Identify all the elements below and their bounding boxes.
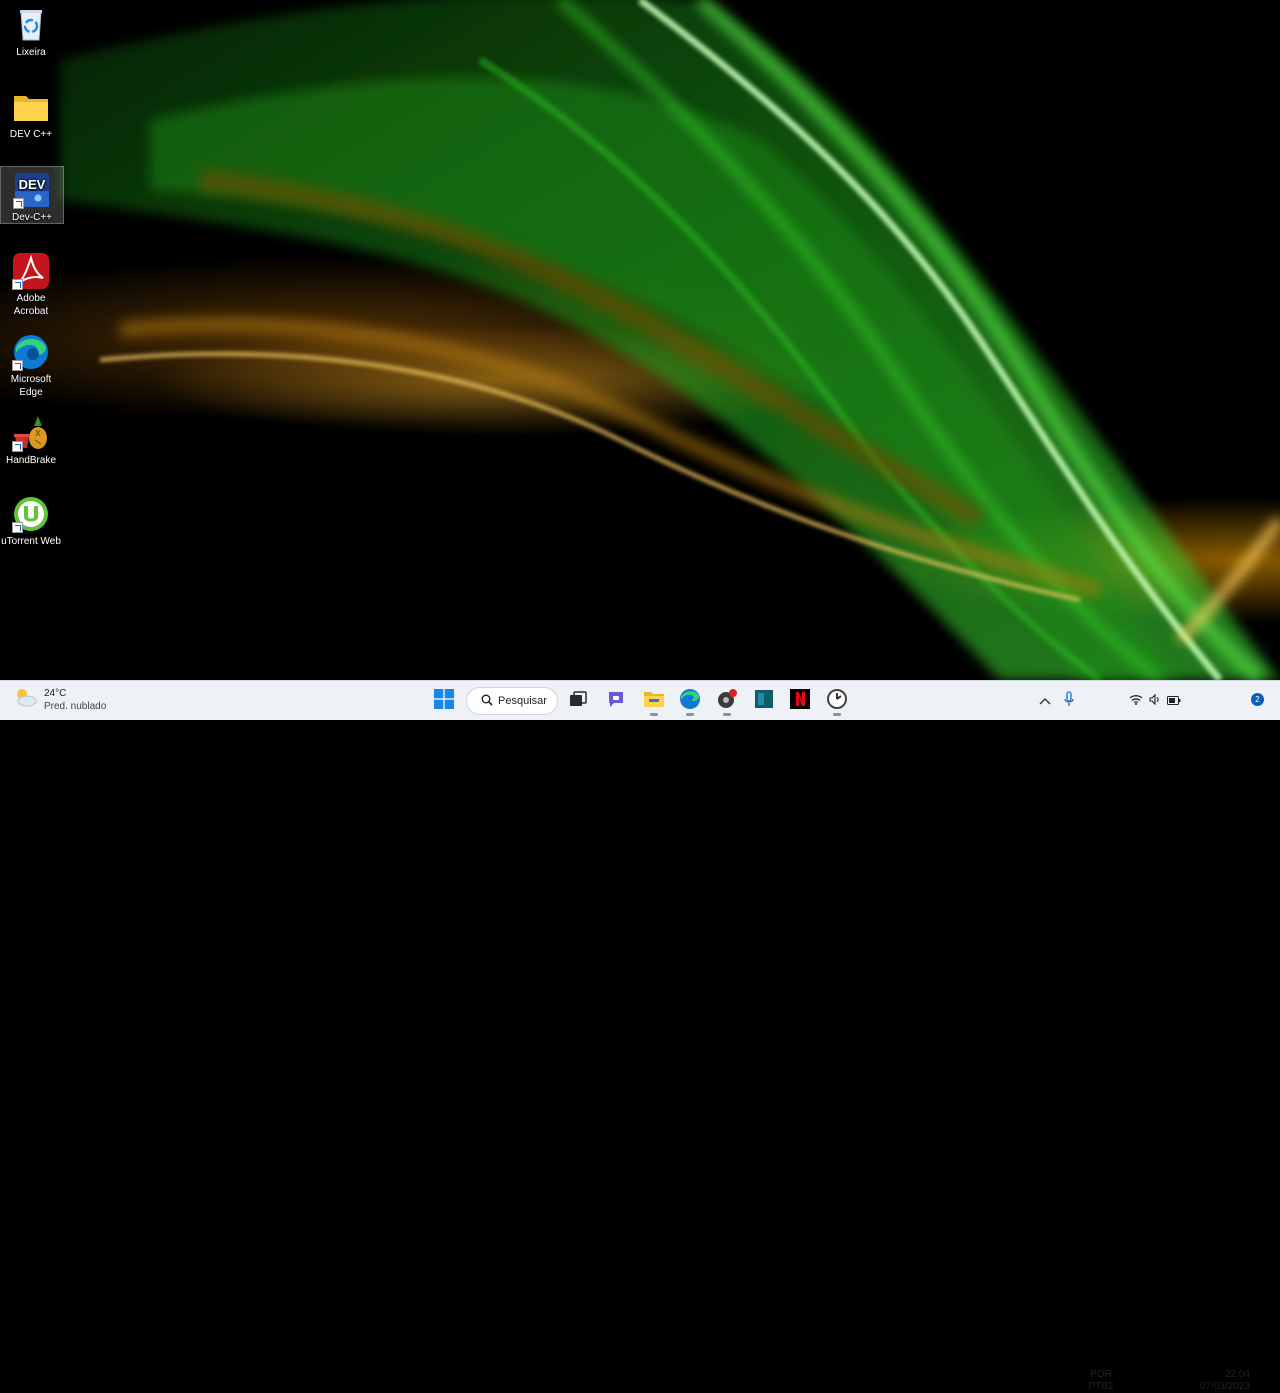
quick-settings-button[interactable] bbox=[1122, 685, 1188, 717]
weather-temperature: 24°C bbox=[44, 687, 67, 699]
ide-app-button[interactable] bbox=[748, 685, 780, 717]
recycle-bin-icon bbox=[12, 6, 50, 44]
recording-app-icon bbox=[716, 688, 738, 715]
desktop-icon-adobe-acrobat[interactable]: Adobe Acrobat bbox=[0, 248, 62, 318]
dev-cpp-icon: DEV bbox=[13, 171, 51, 209]
desktop-icon-label: Lixeira bbox=[16, 47, 46, 58]
volume-icon bbox=[1149, 692, 1161, 710]
desktop-icon-label-line2: Edge bbox=[19, 387, 43, 398]
teams-chat-button[interactable] bbox=[600, 685, 632, 717]
desktop-icon-handbrake[interactable]: HandBrake bbox=[0, 410, 62, 467]
task-view-button[interactable] bbox=[562, 685, 594, 717]
shortcut-arrow-icon bbox=[12, 522, 23, 533]
dev-cpp-icon-text: DEV bbox=[19, 177, 46, 192]
netflix-button[interactable] bbox=[784, 685, 816, 717]
clock-app-button[interactable] bbox=[821, 685, 853, 717]
running-indicator bbox=[650, 713, 658, 716]
edge-icon bbox=[12, 333, 50, 371]
desktop-icon-dev-cpp[interactable]: DEV Dev-C++ bbox=[0, 166, 64, 224]
desktop-icon-microsoft-edge[interactable]: Microsoft Edge bbox=[0, 329, 62, 399]
desktop-icon-utorrent-web[interactable]: uTorrent Web bbox=[0, 491, 62, 548]
utorrent-icon bbox=[12, 495, 50, 533]
battery-icon bbox=[1167, 692, 1181, 710]
microphone-button[interactable] bbox=[1056, 685, 1082, 717]
keyboard-layout: PTB2 bbox=[1088, 1381, 1114, 1392]
shortcut-arrow-icon bbox=[12, 360, 23, 371]
clock-app-icon bbox=[826, 688, 848, 715]
microphone-icon bbox=[1064, 690, 1074, 712]
clock-time: 22:04 bbox=[1224, 1369, 1250, 1380]
taskbar: 24°C Pred. nublado Pesquisar POR PTB2 22… bbox=[0, 680, 1280, 1392]
desktop-icon-label-line2: Acrobat bbox=[13, 306, 49, 317]
weather-condition: Pred. nublado bbox=[44, 700, 107, 712]
recording-app-button[interactable] bbox=[711, 685, 743, 717]
shortcut-arrow-icon bbox=[13, 198, 24, 209]
desktop-icon-label-line1: Adobe bbox=[16, 293, 46, 304]
running-indicator bbox=[686, 713, 694, 716]
file-explorer-button[interactable] bbox=[638, 685, 670, 717]
desktop-icon-recycle-bin[interactable]: Lixeira bbox=[0, 2, 62, 59]
weather-widget[interactable]: 24°C Pred. nublado bbox=[12, 686, 106, 713]
netflix-icon bbox=[790, 688, 810, 714]
edge-icon bbox=[679, 688, 701, 715]
search-icon bbox=[481, 694, 493, 709]
shortcut-arrow-icon bbox=[12, 279, 23, 290]
desktop-icon-label: Dev-C++ bbox=[11, 212, 52, 223]
desktop-icon-label: DEV C++ bbox=[9, 129, 53, 140]
desktop-icon-label-line1: Microsoft bbox=[10, 374, 52, 385]
language-indicator[interactable]: POR PTB2 bbox=[1086, 1369, 1116, 1393]
shortcut-arrow-icon bbox=[12, 441, 23, 452]
task-view-icon bbox=[568, 690, 588, 713]
desktop-icon-dev-cpp-folder[interactable]: DEV C++ bbox=[0, 84, 62, 141]
desktop-icon-label: uTorrent Web bbox=[1, 536, 61, 547]
running-indicator bbox=[833, 713, 841, 716]
chevron-up-icon bbox=[1039, 692, 1051, 710]
running-indicator bbox=[723, 713, 731, 716]
partly-cloudy-icon bbox=[12, 686, 38, 713]
clock-display[interactable]: 22:04 07/03/2023 bbox=[1188, 1369, 1250, 1393]
notification-badge[interactable]: 2 bbox=[1251, 693, 1264, 706]
ide-app-icon bbox=[754, 689, 774, 714]
desktop-icon-label: HandBrake bbox=[5, 455, 57, 466]
language-code: POR bbox=[1090, 1369, 1112, 1380]
handbrake-icon bbox=[12, 414, 50, 452]
taskbar-search-button[interactable]: Pesquisar bbox=[466, 687, 558, 715]
file-explorer-icon bbox=[643, 689, 665, 714]
search-label: Pesquisar bbox=[498, 695, 547, 707]
adobe-acrobat-icon bbox=[12, 252, 50, 290]
desktop-wallpaper bbox=[0, 0, 1280, 680]
start-icon bbox=[434, 688, 454, 714]
teams-chat-icon bbox=[606, 689, 626, 714]
start-button[interactable] bbox=[428, 685, 460, 717]
wifi-icon bbox=[1129, 692, 1143, 710]
edge-taskbar-button[interactable] bbox=[674, 685, 706, 717]
clock-date: 07/03/2023 bbox=[1199, 1381, 1250, 1392]
folder-icon bbox=[12, 88, 50, 126]
